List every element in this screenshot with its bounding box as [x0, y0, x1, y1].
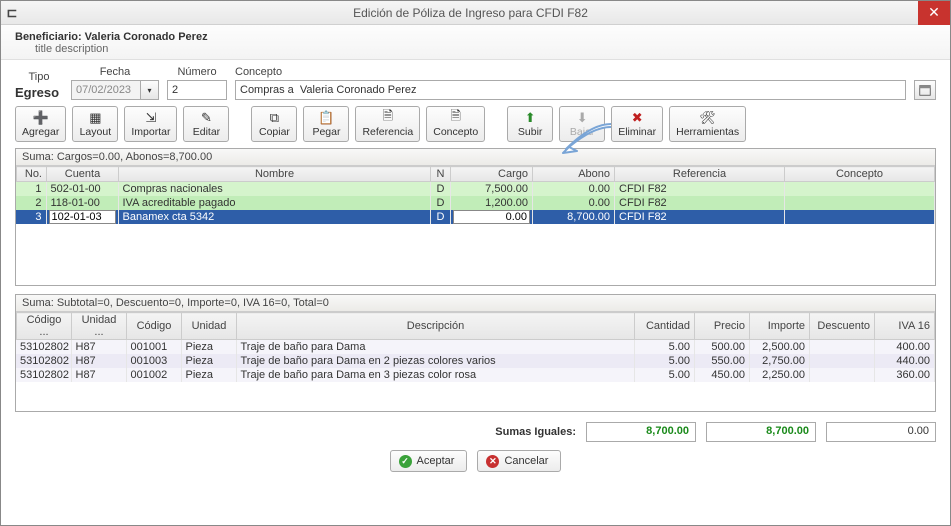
col-importe[interactable]: Importe: [750, 313, 810, 340]
table-row-selected[interactable]: 3 Banamex cta 5342 D 8,700.00 CFDI F82: [16, 210, 935, 224]
copiar-label: Copiar: [259, 126, 290, 138]
importar-label: Importar: [131, 126, 170, 138]
calendar-button[interactable]: [914, 80, 936, 100]
subir-label: Subir: [518, 126, 543, 138]
fields-row: Tipo Egreso Fecha ▾ Número Concepto: [15, 66, 936, 100]
referencia-button[interactable]: 🗎Referencia: [355, 106, 420, 142]
col-descuento[interactable]: Descuento: [810, 313, 875, 340]
cargo-cell-input[interactable]: [453, 210, 530, 224]
beneficiario-label: Beneficiario: Valeria Coronado Perez: [15, 31, 936, 43]
col-cuenta[interactable]: Cuenta: [47, 167, 119, 182]
window-title: Edición de Póliza de Ingreso para CFDI F…: [23, 6, 918, 20]
cancelar-label: Cancelar: [504, 455, 548, 467]
concepto-button[interactable]: 🗎Concepto: [426, 106, 485, 142]
accounts-grid[interactable]: Suma: Cargos=0.00, Abonos=8,700.00 No. C…: [15, 148, 936, 286]
delete-icon: ✖: [632, 110, 643, 126]
check-icon: ✓: [399, 455, 412, 468]
concepto-input[interactable]: [235, 80, 906, 100]
paste-icon: 📋: [318, 110, 334, 126]
arrow-down-icon: ⬇: [577, 110, 588, 126]
header-strip: Beneficiario: Valeria Coronado Perez tit…: [1, 25, 950, 60]
bajar-label: Bajar: [570, 126, 595, 138]
col-precio[interactable]: Precio: [695, 313, 750, 340]
table-row[interactable]: 2 118-01-00 IVA acreditable pagado D 1,2…: [16, 196, 935, 210]
layout-label: Layout: [80, 126, 112, 138]
titlebar: ⊏ Edición de Póliza de Ingreso para CFDI…: [1, 1, 950, 25]
agregar-label: Agregar: [22, 126, 59, 138]
cancelar-button[interactable]: ✕ Cancelar: [477, 450, 561, 472]
table-row[interactable]: 53102802H87001001PiezaTraje de baño para…: [16, 340, 935, 354]
numero-input[interactable]: [167, 80, 227, 100]
close-button[interactable]: ✕: [918, 1, 950, 25]
x-icon: ✕: [486, 455, 499, 468]
tipo-value: Egreso: [15, 85, 63, 100]
import-icon: ⇲: [145, 110, 156, 126]
totals-row: Sumas Iguales: 8,700.00 8,700.00 0.00: [15, 422, 936, 442]
col-codigosat[interactable]: Código ...: [17, 313, 72, 340]
concepto-label: Concepto: [433, 126, 478, 138]
toolbar: ➕Agregar ▦Layout ⇲Importar ✎Editar ⧉Copi…: [15, 106, 936, 142]
total-cargo: 8,700.00: [586, 422, 696, 442]
items-grid[interactable]: Suma: Subtotal=0, Descuento=0, Importe=0…: [15, 294, 936, 412]
fecha-input[interactable]: [71, 80, 141, 100]
total-abono: 8,700.00: [706, 422, 816, 442]
col-abono[interactable]: Abono: [533, 167, 615, 182]
copy-icon: ⧉: [270, 110, 279, 126]
editar-button[interactable]: ✎Editar: [183, 106, 229, 142]
table-row[interactable]: 1 502-01-00 Compras nacionales D 7,500.0…: [16, 182, 935, 196]
col-no[interactable]: No.: [17, 167, 47, 182]
col-n[interactable]: N: [431, 167, 451, 182]
col-iva[interactable]: IVA 16: [875, 313, 935, 340]
tools-icon: 🛠: [699, 110, 716, 126]
dialog-buttons: ✓ Aceptar ✕ Cancelar: [15, 450, 936, 472]
col-cargo[interactable]: Cargo: [451, 167, 533, 182]
referencia-label: Referencia: [362, 126, 413, 138]
sumas-label: Sumas Iguales:: [495, 426, 576, 438]
layout-button[interactable]: ▦Layout: [72, 106, 118, 142]
fecha-dropdown-button[interactable]: ▾: [141, 80, 159, 100]
col-cantidad[interactable]: Cantidad: [635, 313, 695, 340]
tipo-label: Tipo: [15, 71, 63, 83]
col-codigo[interactable]: Código: [127, 313, 182, 340]
plus-icon: ➕: [33, 110, 49, 126]
items-grid-summary: Suma: Subtotal=0, Descuento=0, Importe=0…: [16, 295, 935, 312]
subir-button[interactable]: ⬆Subir: [507, 106, 553, 142]
herramientas-button[interactable]: 🛠Herramientas: [669, 106, 746, 142]
herramientas-label: Herramientas: [676, 126, 739, 138]
calendar-icon: [918, 83, 932, 97]
table-row[interactable]: 53102802H87001002PiezaTraje de baño para…: [16, 368, 935, 382]
cuenta-cell-input[interactable]: [49, 210, 116, 224]
arrow-up-icon: ⬆: [525, 110, 536, 126]
col-nombre[interactable]: Nombre: [119, 167, 431, 182]
importar-button[interactable]: ⇲Importar: [124, 106, 177, 142]
reference-icon: 🗎: [383, 110, 393, 126]
fecha-label: Fecha: [71, 66, 159, 78]
numero-label: Número: [167, 66, 227, 78]
concept-icon: 🗎: [450, 110, 460, 126]
col-descripcion[interactable]: Descripción: [237, 313, 635, 340]
header-description: title description: [15, 43, 936, 55]
agregar-button[interactable]: ➕Agregar: [15, 106, 66, 142]
pegar-button[interactable]: 📋Pegar: [303, 106, 349, 142]
total-extra: 0.00: [826, 422, 936, 442]
edit-icon: ✎: [201, 110, 212, 126]
aceptar-label: Aceptar: [417, 455, 455, 467]
concepto-label: Concepto: [235, 66, 906, 78]
aceptar-button[interactable]: ✓ Aceptar: [390, 450, 468, 472]
bajar-button[interactable]: ⬇Bajar: [559, 106, 605, 142]
layout-icon: ▦: [89, 110, 101, 126]
copiar-button[interactable]: ⧉Copiar: [251, 106, 297, 142]
eliminar-label: Eliminar: [618, 126, 656, 138]
col-unidadsat[interactable]: Unidad ...: [72, 313, 127, 340]
col-unidad[interactable]: Unidad: [182, 313, 237, 340]
table-row[interactable]: 53102802H87001003PiezaTraje de baño para…: [16, 354, 935, 368]
col-concepto[interactable]: Concepto: [785, 167, 935, 182]
editar-label: Editar: [193, 126, 220, 138]
accounts-grid-summary: Suma: Cargos=0.00, Abonos=8,700.00: [16, 149, 935, 166]
app-icon: ⊏: [1, 5, 23, 21]
col-referencia[interactable]: Referencia: [615, 167, 785, 182]
pegar-label: Pegar: [312, 126, 340, 138]
eliminar-button[interactable]: ✖Eliminar: [611, 106, 663, 142]
